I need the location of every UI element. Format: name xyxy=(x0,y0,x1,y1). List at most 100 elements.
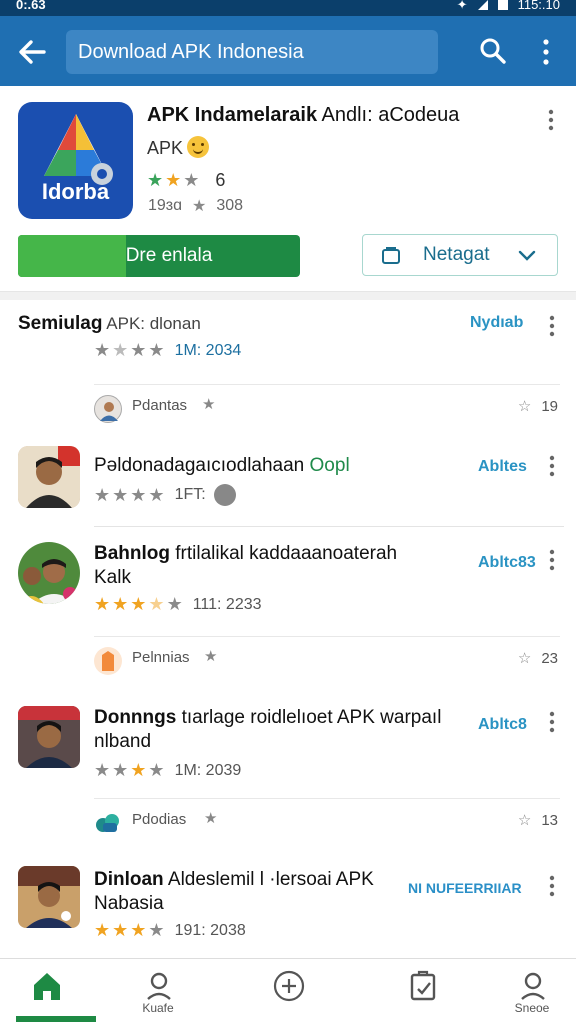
item-overflow-button[interactable] xyxy=(547,710,557,734)
app-title-bold: APK Indamelaraik xyxy=(147,104,318,126)
more-vert-icon xyxy=(543,39,549,65)
user-icon xyxy=(521,972,545,1000)
notify-button[interactable]: Netagat xyxy=(362,234,558,276)
search-icon xyxy=(480,38,506,64)
search-input[interactable]: Download APK Indonesia xyxy=(66,30,438,74)
reviewer-name: Pdantas xyxy=(132,397,188,414)
item-action-link[interactable]: Abltc83 xyxy=(478,554,536,572)
star-icon: ★ xyxy=(148,594,165,614)
item-action-link[interactable]: NI NUFEERRIIAR xyxy=(408,880,522,896)
list-item[interactable]: Pəldonadagaıcıodlahaan Oopl Abltes ★ ★ ★ ★ … xyxy=(0,440,576,526)
meta-left: 19ɜɑ xyxy=(148,197,183,214)
cloud-icon xyxy=(96,814,119,832)
item-action-link[interactable]: Nydıab xyxy=(470,314,523,332)
back-arrow-icon xyxy=(19,40,46,64)
list-item[interactable]: Donnngs tıarlage roidlelıoet APK warpaıl… xyxy=(0,696,576,796)
list-item[interactable]: Bahnlog frtilalikal kaddaaanoaterah Kalk… xyxy=(0,534,576,634)
more-vert-icon xyxy=(549,455,555,477)
item-title-rest: Aldeslemil l ·lersoai APK xyxy=(163,869,374,890)
star-icon: ★ xyxy=(148,340,165,360)
review-count: ☆ 13 xyxy=(518,811,558,829)
item-avatar xyxy=(18,706,80,768)
more-vert-icon xyxy=(549,875,555,897)
item-title: Dinloan Aldeslemil l ·lersoai APK xyxy=(94,868,404,892)
item-action-link[interactable]: Abltc8 xyxy=(478,716,527,734)
download-count-icon xyxy=(213,484,236,506)
item-rating-meta: 111: 2233 xyxy=(192,595,262,613)
app-rating: ★ ★ ★ 6 xyxy=(147,170,225,191)
star-icon: ★ xyxy=(165,170,182,190)
battery-icon xyxy=(497,0,508,10)
nav-profile-label: Kuafe xyxy=(142,1001,174,1015)
star-icon: ★ xyxy=(130,920,147,940)
list-item[interactable]: Semiulag APK: dlonan Nydıab ★ ★ ★ ★ 1M: 203… xyxy=(0,300,576,380)
nav-profile[interactable]: Kuafe xyxy=(118,959,198,1024)
nav-home[interactable] xyxy=(6,959,86,1024)
download-label: Dre enlala xyxy=(125,245,213,266)
fox-icon xyxy=(102,651,114,671)
item-title-bold: Dinloan xyxy=(94,869,164,890)
item-rating: ★ ★ ★ ★ ★ 111: 2233 xyxy=(94,594,262,615)
item-rating-meta: 1M: 2039 xyxy=(174,761,242,779)
review-count: ☆ 23 xyxy=(518,649,558,667)
item-rating: ★ ★ ★ ★ 191: 2038 xyxy=(94,920,246,941)
list-item[interactable]: Dinloan Aldeslemil l ·lersoai APK Nabasi… xyxy=(0,858,576,958)
star-icon: ★ xyxy=(94,484,111,505)
item-title-bold: Donnngs xyxy=(94,707,177,728)
app-subtitle: APK xyxy=(147,136,210,159)
item-title-rest: tıarlage roidlelıoet APK warpaıl xyxy=(176,707,442,728)
chevron-down-icon xyxy=(518,250,536,261)
star-icon: ★ xyxy=(130,594,147,614)
star-icon: ★ xyxy=(112,340,129,360)
bottom-navigation: Kuafe Sneoe xyxy=(0,958,576,1024)
group-photo-icon xyxy=(18,542,80,604)
item-title: Donnngs tıarlage roidlelıoet APK warpaıl xyxy=(94,706,474,730)
rating-count: 6 xyxy=(215,170,226,190)
nav-add[interactable] xyxy=(248,959,328,1024)
status-bar: 0:.63 ✦ 115:.10 xyxy=(0,0,576,16)
star-icon: ★ xyxy=(130,484,147,505)
reviewer-name: Pdodias xyxy=(132,811,187,828)
star-outline-icon: ☆ xyxy=(517,398,532,415)
reviewer-row[interactable]: Pdodias ★ ☆ 13 xyxy=(94,798,560,838)
reviewer-row[interactable]: Pelnnias ★ ☆ 23 xyxy=(94,636,560,676)
item-avatar xyxy=(18,446,80,508)
app-logo-icon[interactable]: Idorba xyxy=(18,102,133,219)
status-time: 0:.63 xyxy=(16,0,46,12)
star-icon: ★ xyxy=(183,170,200,190)
verified-star-icon: ★ xyxy=(204,648,218,665)
item-title-bold: Bahnlog xyxy=(94,543,170,564)
card-overflow-button[interactable] xyxy=(546,108,556,132)
person-photo-icon xyxy=(18,866,80,928)
star-icon: ★ xyxy=(130,760,147,780)
star-icon: ★ xyxy=(94,594,111,614)
star-icon: ★ xyxy=(94,760,111,780)
back-button[interactable] xyxy=(14,34,50,70)
item-overflow-button[interactable] xyxy=(547,314,557,338)
review-count-value: 23 xyxy=(541,650,558,667)
item-title-text: Pəldonadagaıcıodlahaan xyxy=(94,455,305,476)
search-button[interactable] xyxy=(476,34,510,68)
app-title: APK Indamelaraik Andlı: aCodeua xyxy=(147,104,527,127)
clipboard-icon xyxy=(410,970,436,1001)
item-overflow-button[interactable] xyxy=(547,874,557,898)
reviewer-row[interactable]: Pdantas ★ ☆ 19 xyxy=(94,384,560,424)
item-title: Pəldonadagaıcıodlahaan Oopl xyxy=(94,454,350,478)
item-overflow-button[interactable] xyxy=(547,548,557,572)
active-tab-indicator xyxy=(16,1016,96,1022)
reviewer-avatar xyxy=(94,809,122,837)
more-vert-icon xyxy=(549,549,555,571)
review-count-value: 13 xyxy=(541,812,558,829)
item-rating-meta: 1FT: xyxy=(174,486,206,503)
nav-user[interactable]: Sneoe xyxy=(492,959,572,1024)
profile-icon xyxy=(147,972,171,1000)
app-subtitle-text: APK xyxy=(147,138,184,158)
item-action-link[interactable]: Abltes xyxy=(478,458,527,476)
nav-tasks[interactable] xyxy=(382,959,462,1024)
list-separator xyxy=(94,526,564,527)
item-overflow-button[interactable] xyxy=(547,454,557,478)
item-avatar xyxy=(18,866,80,928)
download-button[interactable]: Dre enlala xyxy=(18,235,300,277)
overflow-menu-button[interactable] xyxy=(536,36,556,68)
app-logo-label: Idorba xyxy=(41,179,110,204)
